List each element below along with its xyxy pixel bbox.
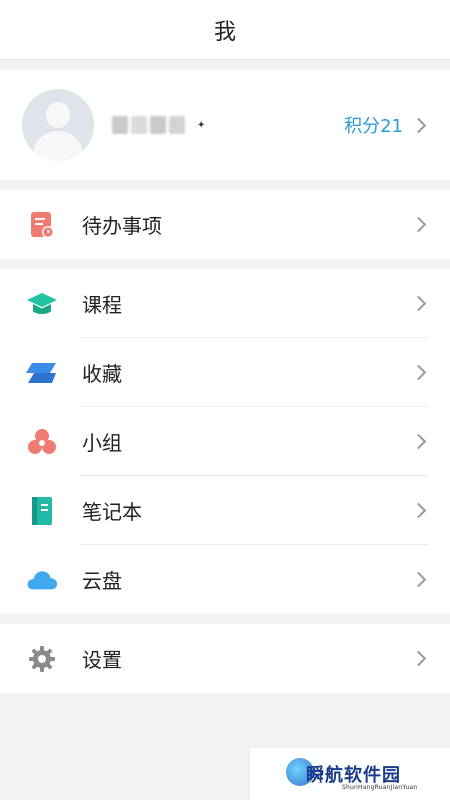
gear-icon xyxy=(26,643,58,675)
menu-label: 收藏 xyxy=(82,362,122,386)
chevron-right-icon xyxy=(410,502,427,519)
graduation-cap-icon xyxy=(26,288,58,320)
menu-label: 小组 xyxy=(82,431,122,455)
menu-item-settings[interactable]: 设置 xyxy=(0,624,450,693)
menu-item-favorites[interactable]: 收藏 xyxy=(0,338,450,407)
user-name-blurred: ✦ xyxy=(112,116,205,134)
menu-item-courses[interactable]: 课程 xyxy=(0,269,450,338)
profile-card[interactable]: ✦ 积分21 xyxy=(0,70,450,180)
menu-label: 笔记本 xyxy=(82,500,142,524)
settings-group: 设置 xyxy=(0,624,450,693)
watermark-subtext: ShunHangRuanJianYuan xyxy=(342,784,418,791)
menu-label: 云盘 xyxy=(82,569,122,593)
todo-group: 待办事项 xyxy=(0,190,450,259)
avatar-body-shape xyxy=(33,131,83,161)
chevron-right-icon xyxy=(410,571,427,588)
main-menu-group: 课程 收藏 小组 笔记本 云盘 xyxy=(0,269,450,614)
menu-label: 设置 xyxy=(82,648,122,672)
badge-icon: ✦ xyxy=(197,119,206,131)
group-circles-icon xyxy=(26,426,58,458)
menu-item-groups[interactable]: 小组 xyxy=(0,407,450,476)
cloud-icon xyxy=(26,564,58,596)
watermark-logo: 瞬航软件园 ShunHangRuanJianYuan xyxy=(250,748,450,800)
menu-item-notebook[interactable]: 笔记本 xyxy=(0,476,450,545)
chevron-right-icon xyxy=(410,295,427,312)
chevron-right-icon xyxy=(410,216,427,233)
todo-calendar-icon xyxy=(26,209,58,241)
avatar[interactable] xyxy=(22,89,94,161)
menu-label: 待办事项 xyxy=(82,214,162,238)
blurred-name xyxy=(112,116,185,134)
page-title: 我 xyxy=(213,19,236,45)
points-label: 积分21 xyxy=(344,116,403,137)
points-link[interactable]: 积分21 xyxy=(344,112,428,138)
top-bar: 我 xyxy=(0,0,450,60)
menu-item-cloud-drive[interactable]: 云盘 xyxy=(0,545,450,614)
menu-item-todo[interactable]: 待办事项 xyxy=(0,190,450,259)
chevron-right-icon xyxy=(410,117,427,133)
bookmark-layers-icon xyxy=(26,357,58,389)
chevron-right-icon xyxy=(410,650,427,667)
chevron-right-icon xyxy=(410,433,427,450)
notebook-icon xyxy=(26,495,58,527)
avatar-head-shape xyxy=(46,102,70,128)
menu-label: 课程 xyxy=(82,293,122,317)
chevron-right-icon xyxy=(410,364,427,381)
